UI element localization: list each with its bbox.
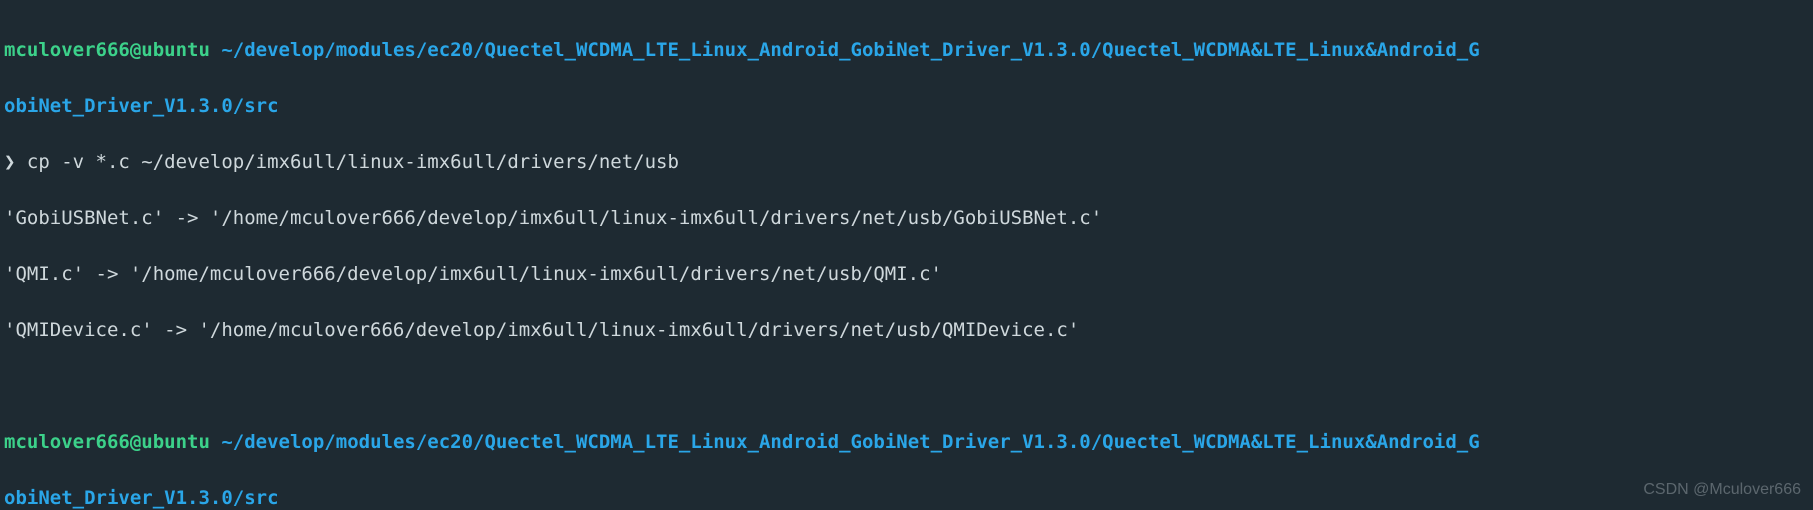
prompt-symbol: ❯ (4, 151, 15, 173)
user-host: mculover666@ubuntu (4, 39, 210, 61)
output-line: 'GobiUSBNet.c' -> '/home/mculover666/dev… (4, 204, 1809, 232)
terminal[interactable]: mculover666@ubuntu ~/develop/modules/ec2… (0, 0, 1813, 510)
cwd-part1: ~/develop/modules/ec20/Quectel_WCDMA_LTE… (221, 431, 1479, 453)
prompt-line-1: mculover666@ubuntu ~/develop/modules/ec2… (4, 36, 1809, 64)
cwd-part2: obiNet_Driver_V1.3.0/src (4, 487, 279, 509)
prompt-line-1: mculover666@ubuntu ~/develop/modules/ec2… (4, 428, 1809, 456)
command-text-1: cp -v *.c ~/develop/imx6ull/linux-imx6ul… (27, 151, 679, 173)
output-line: 'QMI.c' -> '/home/mculover666/develop/im… (4, 260, 1809, 288)
watermark: CSDN @Mculover666 (1643, 476, 1801, 504)
user-host: mculover666@ubuntu (4, 431, 210, 453)
command-line-1[interactable]: ❯ cp -v *.c ~/develop/imx6ull/linux-imx6… (4, 148, 1809, 176)
output-line: 'QMIDevice.c' -> '/home/mculover666/deve… (4, 316, 1809, 344)
prompt-line-2: obiNet_Driver_V1.3.0/src (4, 484, 1809, 510)
prompt-line-2: obiNet_Driver_V1.3.0/src (4, 92, 1809, 120)
cwd-part1: ~/develop/modules/ec20/Quectel_WCDMA_LTE… (221, 39, 1479, 61)
blank-line (4, 372, 1809, 400)
cwd-part2: obiNet_Driver_V1.3.0/src (4, 95, 279, 117)
